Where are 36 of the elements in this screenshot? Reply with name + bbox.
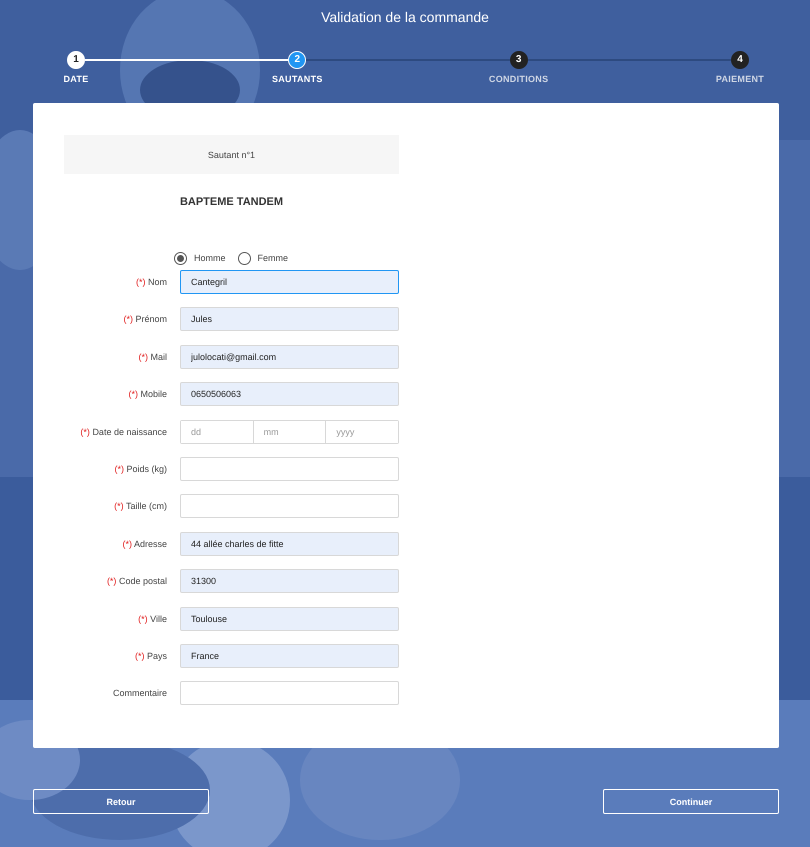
product-title: BAPTEME TANDEM — [180, 196, 284, 208]
nav-button[interactable]: Retour — [33, 789, 209, 814]
field-label: (*) Taille (cm) — [113, 501, 167, 512]
input-field[interactable]: Cantegril — [180, 270, 399, 294]
input-field[interactable] — [180, 681, 399, 706]
field-label: (*) Ville — [137, 614, 167, 624]
input-field[interactable]: julolocati@gmail.com — [180, 344, 399, 369]
input-field[interactable] — [180, 456, 399, 481]
gender-radio[interactable]: Homme — [174, 252, 226, 264]
field-label: (*) Pays — [134, 650, 167, 661]
input-field[interactable] — [180, 494, 399, 518]
section-title: Sautant n°1 — [208, 150, 256, 160]
field-label: (*) Mail — [137, 352, 167, 362]
field-label: (*) Code postal — [106, 576, 167, 586]
field-label: (*) Nom — [134, 277, 167, 287]
nav-button[interactable]: Continuer — [603, 789, 779, 814]
input-field[interactable]: 0650506063 — [180, 382, 399, 406]
field-label: (*) Mobile — [127, 389, 167, 400]
page-title: Validation de la commande — [321, 9, 489, 25]
field-label: (*) Date de naissance — [79, 426, 167, 437]
input-field[interactable]: Jules — [180, 307, 399, 332]
step-label[interactable]: DATE — [63, 74, 89, 84]
step-label[interactable]: SAUTANTS — [272, 74, 323, 84]
step-label[interactable]: CONDITIONS — [488, 74, 548, 84]
input-field[interactable]: Toulouse — [180, 606, 399, 631]
field-label: (*) Poids (kg) — [113, 464, 167, 474]
input-field[interactable]: 44 allée charles de fitte — [180, 532, 399, 556]
field-label: Commentaire — [112, 688, 167, 698]
gender-radio[interactable]: Femme — [238, 252, 288, 264]
field-label: (*) Adresse — [121, 538, 167, 549]
field-label: (*) Prénom — [122, 314, 167, 324]
step-label[interactable]: PAIEMENT — [716, 74, 764, 84]
input-field[interactable]: France — [180, 644, 399, 668]
date-part-field[interactable]: dd — [181, 420, 254, 443]
date-field[interactable]: dd mm yyyy — [180, 420, 399, 444]
input-field[interactable]: 31300 — [180, 569, 399, 594]
